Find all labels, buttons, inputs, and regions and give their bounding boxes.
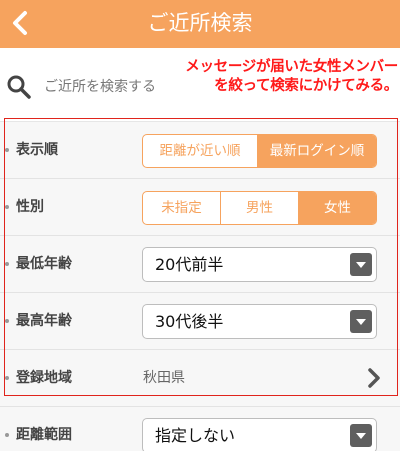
row-label: 登録地域	[16, 370, 72, 386]
row-max-age: 最高年齢 30代後半	[0, 293, 400, 350]
row-region[interactable]: 登録地域 秋田県	[0, 350, 400, 407]
max-age-value: 30代後半	[155, 312, 224, 331]
row-distance: 距離範囲 指定しない	[0, 407, 400, 451]
row-label: 表示順	[16, 142, 58, 158]
search-filters: 表示順 距離が近い順 最新ログイン順 性別 未指定 男性 女性 最低年齢 20代…	[0, 122, 400, 451]
chevron-right-icon[interactable]	[365, 367, 383, 389]
bullet	[5, 376, 9, 380]
region-value: 秋田県	[143, 370, 185, 386]
annotation-line-2: を絞って検索にかけてみる。	[214, 78, 398, 94]
row-label: 距離範囲	[16, 427, 72, 443]
row-gender: 性別 未指定 男性 女性	[0, 179, 400, 236]
distance-select[interactable]: 指定しない	[142, 418, 377, 451]
page-title: ご近所検索	[147, 11, 253, 35]
dropdown-arrow-icon	[350, 310, 372, 333]
gender-option-male[interactable]: 男性	[221, 192, 299, 224]
app-header: ご近所検索	[0, 0, 400, 48]
bullet	[5, 205, 9, 209]
annotation-line-1: メッセージが届いた女性メンバー	[185, 59, 398, 75]
order-option-latest-login[interactable]: 最新ログイン順	[258, 135, 376, 167]
display-order-segmented-control: 距離が近い順 最新ログイン順	[142, 134, 377, 168]
min-age-value: 20代前半	[155, 255, 224, 274]
search-bar[interactable]: ご近所を検索する メッセージが届いた女性メンバー を絞って検索にかけてみる。	[0, 48, 400, 122]
row-label: 最低年齢	[16, 256, 72, 272]
order-option-distance[interactable]: 距離が近い順	[143, 135, 258, 167]
max-age-select[interactable]: 30代後半	[142, 304, 377, 339]
dropdown-arrow-icon	[350, 253, 372, 276]
bullet	[5, 262, 9, 266]
row-label: 最高年齢	[16, 313, 72, 329]
search-icon	[7, 75, 31, 99]
row-label: 性別	[16, 199, 44, 215]
distance-value: 指定しない	[155, 426, 236, 445]
bullet	[5, 148, 9, 152]
gender-option-unspecified[interactable]: 未指定	[143, 192, 221, 224]
gender-option-female[interactable]: 女性	[299, 192, 376, 224]
min-age-select[interactable]: 20代前半	[142, 247, 377, 282]
row-display-order: 表示順 距離が近い順 最新ログイン順	[0, 122, 400, 179]
bullet	[5, 319, 9, 323]
annotation-text: メッセージが届いた女性メンバー を絞って検索にかけてみる。	[158, 58, 398, 96]
dropdown-arrow-icon	[350, 424, 372, 447]
row-min-age: 最低年齢 20代前半	[0, 236, 400, 293]
gender-segmented-control: 未指定 男性 女性	[142, 191, 377, 225]
bullet	[5, 433, 9, 437]
search-input[interactable]: ご近所を検索する	[44, 76, 156, 96]
